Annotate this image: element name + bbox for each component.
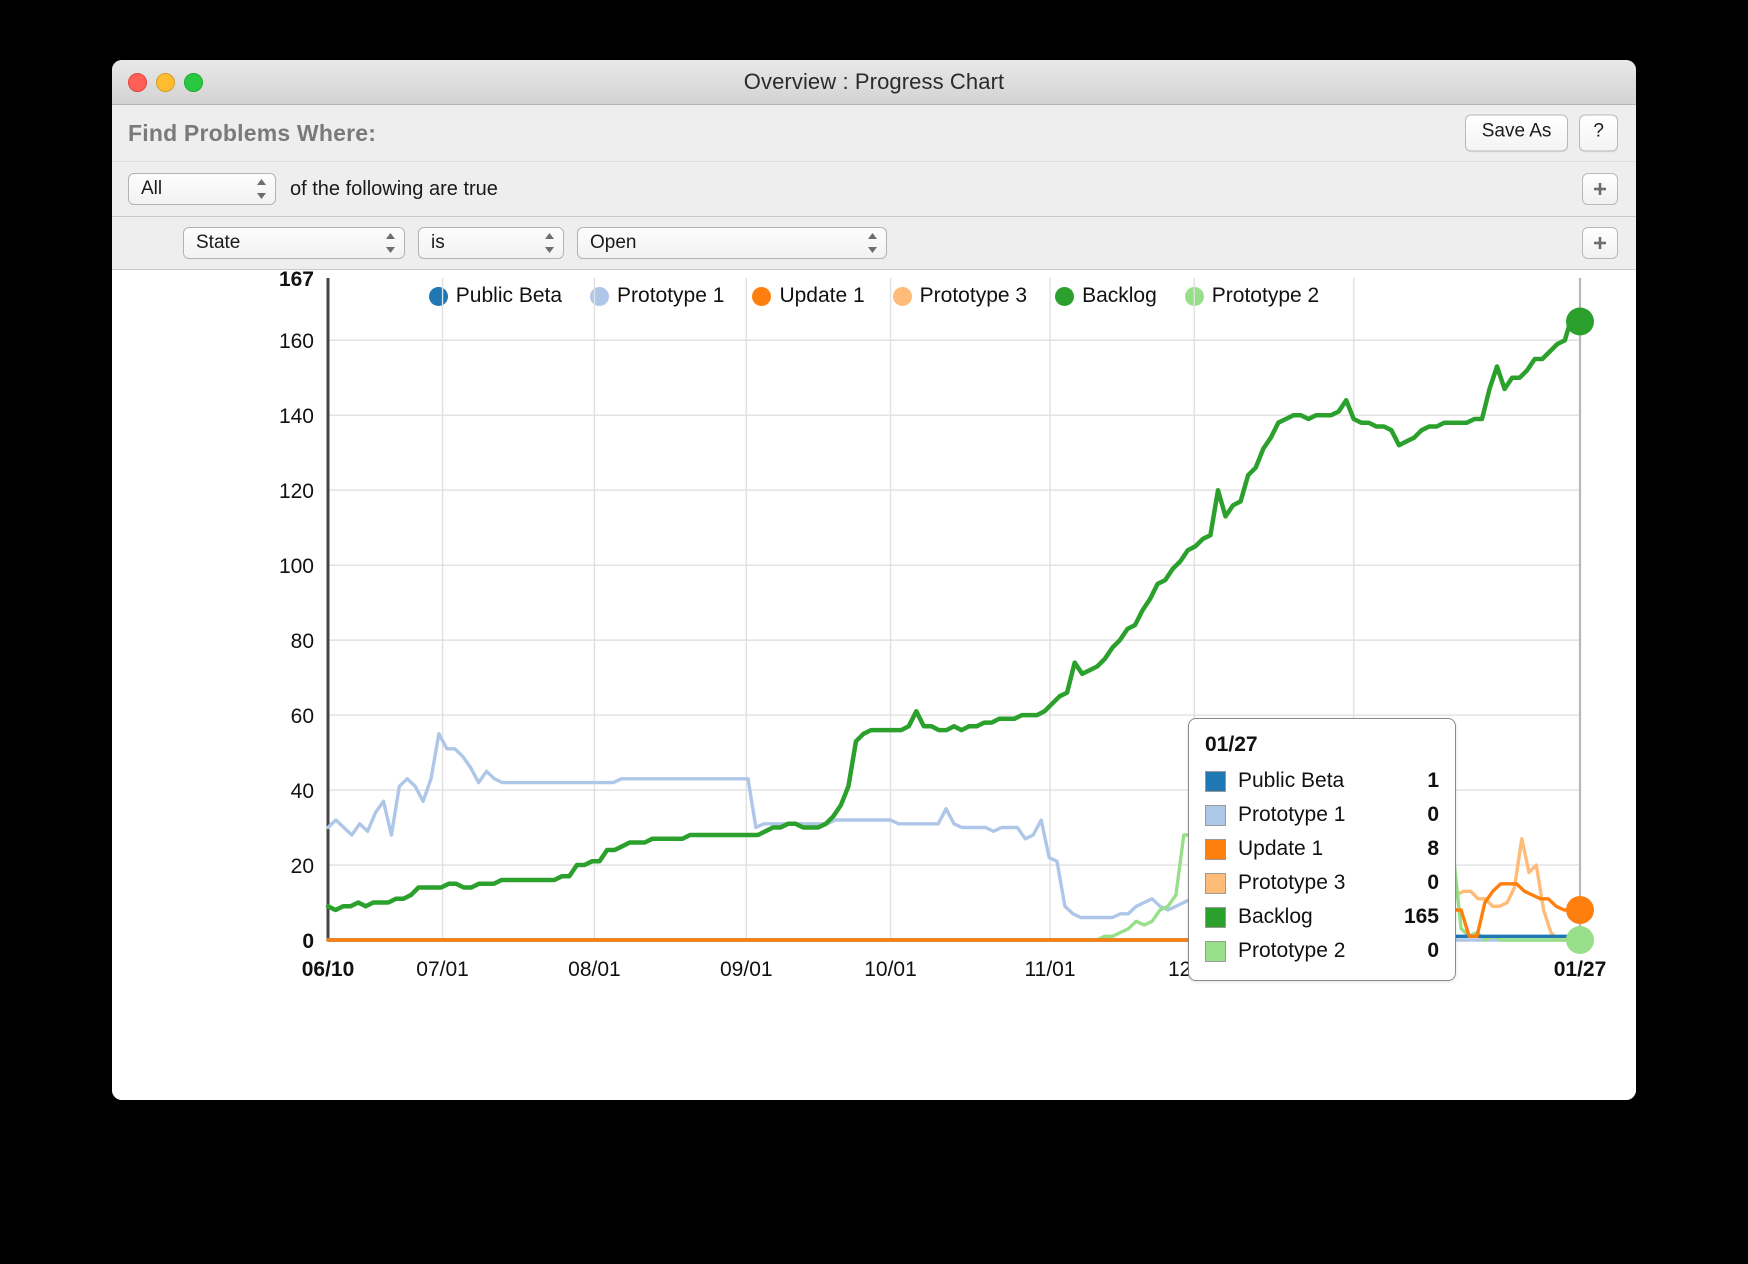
rule-field-select[interactable]: State bbox=[183, 227, 405, 259]
header-actions: Save As ? bbox=[1464, 114, 1618, 152]
tooltip-color-swatch bbox=[1205, 804, 1226, 826]
tooltip-series-value: 165 bbox=[1403, 905, 1439, 928]
tooltip-series-name: Prototype 3 bbox=[1238, 871, 1346, 894]
chart-tooltip: 01/27 Public Beta 1 Prototype 1 0 Update 18P… bbox=[1188, 718, 1456, 981]
end-marker-backlog[interactable] bbox=[1566, 307, 1594, 336]
x-axis-tick-label: 06/10 bbox=[302, 958, 355, 981]
x-axis-tick-label: 07/01 bbox=[416, 958, 469, 981]
y-axis-tick-label: 167 bbox=[279, 270, 314, 291]
y-axis-tick-label: 120 bbox=[279, 480, 314, 503]
tooltip-rows: Public Beta 1 Prototype 1 0 Update 1 8 Prototy… bbox=[1205, 764, 1439, 968]
stepper-icon bbox=[385, 233, 396, 253]
end-marker-prototype-2[interactable] bbox=[1566, 926, 1594, 954]
y-axis-tick-label: 20 bbox=[291, 855, 314, 878]
x-axis-tick-label: 11/01 bbox=[1025, 958, 1076, 981]
tooltip-series-value: 1 bbox=[1427, 769, 1439, 792]
progress-chart-window: Overview : Progress Chart Find Problems … bbox=[112, 60, 1636, 1100]
tooltip-color-swatch bbox=[1205, 838, 1226, 860]
window-title: Overview : Progress Chart bbox=[743, 69, 1005, 94]
x-axis-tick-label: 08/01 bbox=[568, 958, 621, 981]
filter-rule-row: State is Open bbox=[112, 216, 1636, 269]
save-as-button[interactable]: Save As bbox=[1464, 114, 1569, 152]
y-axis-tick-label: 40 bbox=[291, 780, 314, 803]
tooltip-series-value: 0 bbox=[1427, 803, 1439, 826]
filter-match-row: All of the following are true bbox=[112, 161, 1636, 216]
tooltip-series-name: Public Beta bbox=[1238, 769, 1345, 792]
tooltip-row: Prototype 1 0 bbox=[1205, 798, 1439, 832]
stepper-icon bbox=[867, 233, 878, 253]
tooltip-series-name: Backlog bbox=[1238, 905, 1313, 928]
rule-operator-value: is bbox=[431, 232, 445, 253]
y-axis-tick-label: 160 bbox=[279, 330, 314, 353]
plus-icon bbox=[1594, 183, 1606, 195]
tooltip-date: 01/27 bbox=[1205, 733, 1258, 756]
tooltip-series-value: 0 bbox=[1427, 871, 1439, 894]
rule-field-value: State bbox=[196, 232, 241, 253]
tooltip-row: Public Beta 1 bbox=[1205, 764, 1439, 798]
y-axis-tick-label: 100 bbox=[279, 555, 314, 578]
y-axis-tick-label: 0 bbox=[302, 930, 314, 953]
tooltip-row: Prototype 2 0 bbox=[1205, 934, 1439, 968]
add-rule-button[interactable] bbox=[1582, 227, 1618, 259]
tooltip-series-name: Update 1 bbox=[1238, 837, 1324, 860]
tooltip-color-swatch bbox=[1205, 906, 1226, 928]
chart-area: Public Beta Prototype 1 Update 1 Prototype … bbox=[112, 270, 1636, 1100]
tooltip-color-swatch bbox=[1205, 940, 1226, 962]
filter-header: Find Problems Where: Save As ? All of th… bbox=[112, 105, 1636, 270]
y-axis-tick-label: 60 bbox=[291, 705, 314, 728]
filter-heading-row: Find Problems Where: Save As ? bbox=[112, 105, 1636, 161]
tooltip-row: Prototype 3 0 bbox=[1205, 866, 1439, 900]
rule-value-select[interactable]: Open bbox=[577, 227, 887, 259]
window-titlebar: Overview : Progress Chart bbox=[112, 60, 1636, 105]
minimize-window-icon[interactable] bbox=[156, 72, 175, 92]
rule-value-value: Open bbox=[590, 232, 637, 253]
match-suffix-label: of the following are true bbox=[290, 177, 498, 200]
tooltip-series-name: Prototype 1 bbox=[1238, 803, 1346, 826]
stepper-icon bbox=[544, 233, 555, 253]
match-type-value: All bbox=[141, 178, 163, 199]
y-axis-tick-label: 80 bbox=[291, 630, 314, 653]
traffic-lights bbox=[128, 60, 203, 104]
tooltip-series-name: Prototype 2 bbox=[1238, 939, 1346, 962]
match-type-select[interactable]: All bbox=[128, 173, 276, 205]
help-button[interactable]: ? bbox=[1579, 114, 1618, 152]
add-rule-group-button[interactable] bbox=[1582, 173, 1618, 205]
stepper-icon bbox=[256, 179, 267, 199]
tooltip-row: Update 1 8 bbox=[1205, 832, 1439, 866]
maximize-window-icon[interactable] bbox=[184, 72, 203, 92]
tooltip-series-value: 8 bbox=[1427, 837, 1439, 860]
tooltip-series-value: 0 bbox=[1427, 939, 1439, 962]
tooltip-color-swatch bbox=[1205, 770, 1226, 792]
x-axis-tick-label: 01/27 bbox=[1554, 958, 1607, 981]
y-axis-tick-label: 140 bbox=[279, 405, 314, 428]
tooltip-color-swatch bbox=[1205, 872, 1226, 894]
find-problems-label: Find Problems Where: bbox=[128, 119, 377, 146]
close-window-icon[interactable] bbox=[128, 72, 147, 92]
rule-operator-select[interactable]: is bbox=[418, 227, 564, 259]
end-marker-update-1[interactable] bbox=[1566, 896, 1594, 925]
x-axis-tick-label: 09/01 bbox=[720, 958, 773, 981]
x-axis-tick-label: 10/01 bbox=[864, 958, 917, 981]
tooltip-row: Backlog 165 bbox=[1205, 900, 1439, 934]
plus-icon bbox=[1594, 237, 1606, 249]
